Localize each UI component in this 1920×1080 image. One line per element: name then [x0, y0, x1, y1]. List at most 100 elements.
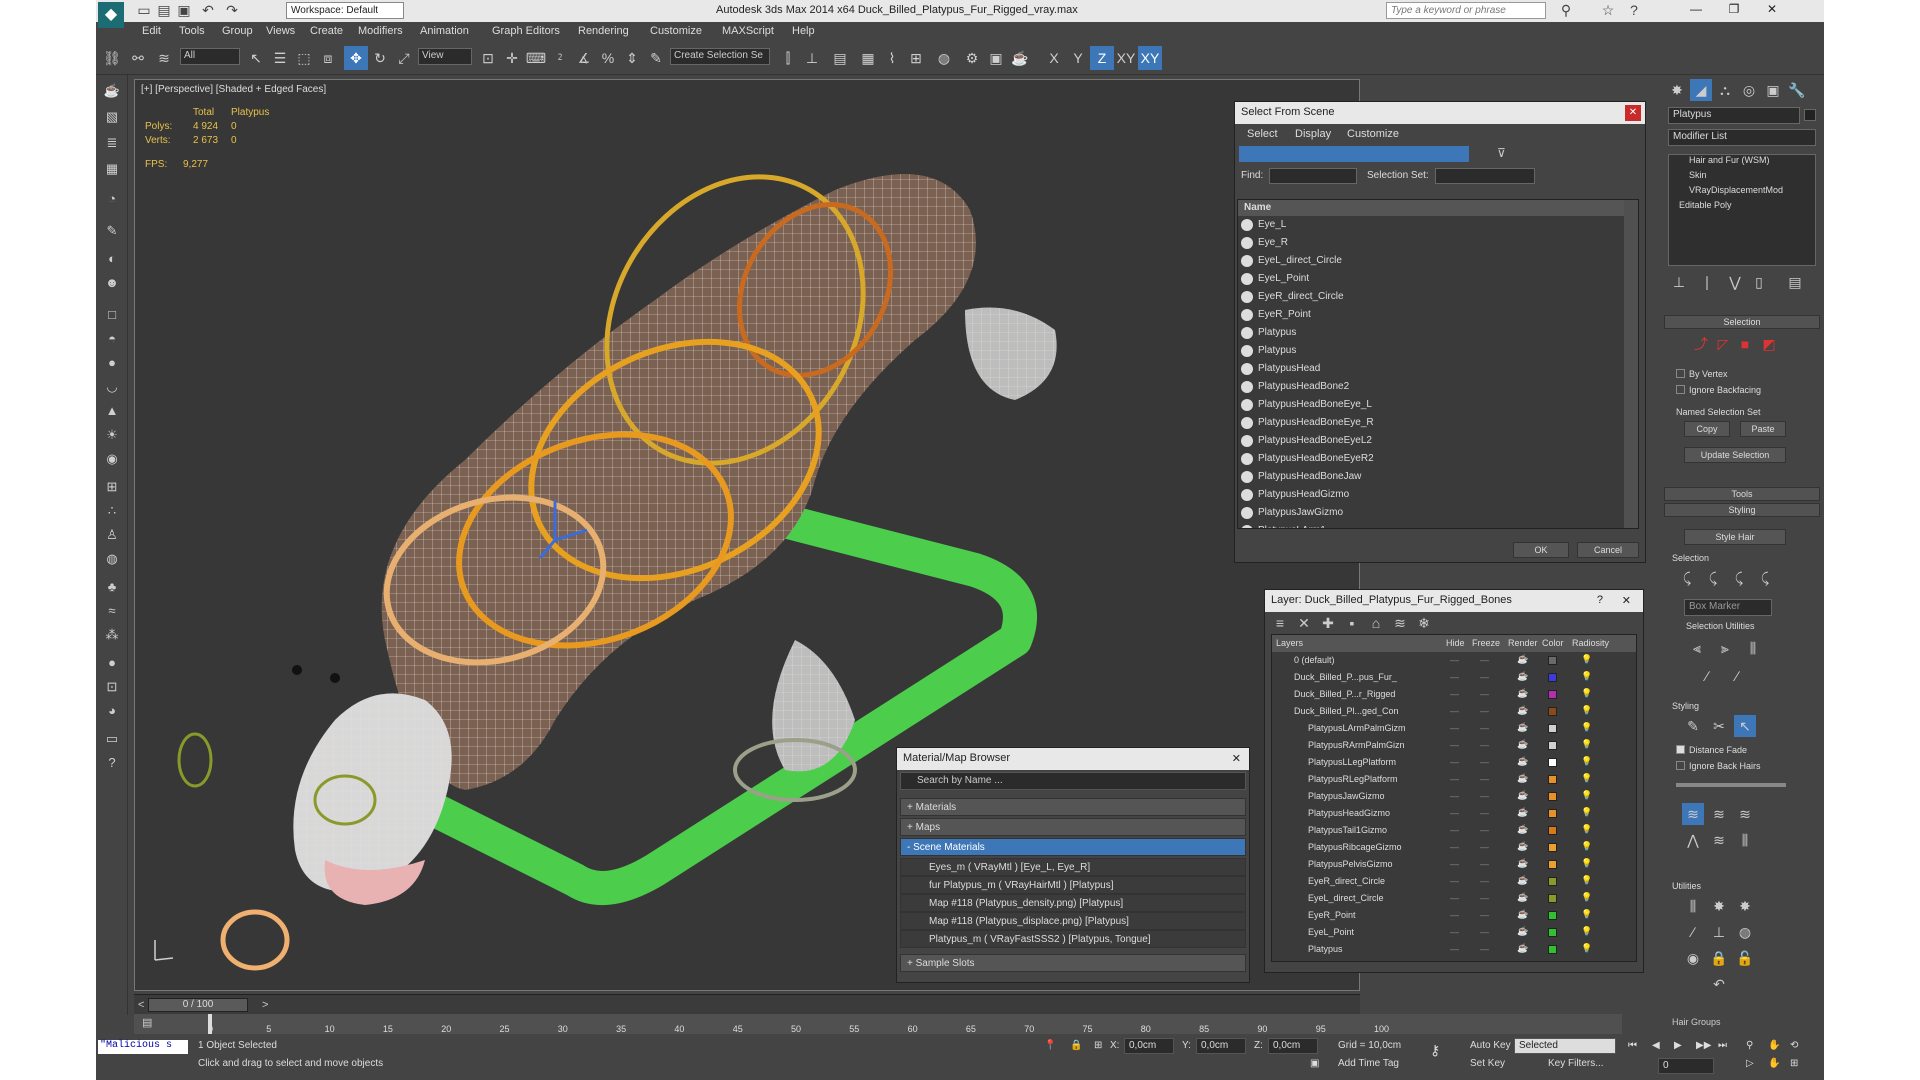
- paint-icon[interactable]: ✎: [100, 223, 124, 245]
- highlight-layer-icon[interactable]: ⌂: [1365, 612, 1387, 634]
- select-object-icon[interactable]: ↖: [244, 46, 268, 70]
- ignore-back-hairs-checkbox[interactable]: Ignore Back Hairs: [1676, 761, 1761, 771]
- ball-icon[interactable]: ◉: [100, 451, 124, 473]
- menu-maxscript[interactable]: MAXScript: [722, 25, 774, 37]
- freeze-toggle[interactable]: —: [1480, 740, 1489, 750]
- menu-tools[interactable]: Tools: [179, 25, 205, 37]
- scene-object-item[interactable]: EyeR_direct_Circle: [1238, 288, 1638, 306]
- rect-selection-icon[interactable]: ⬚: [292, 46, 316, 70]
- toggle-hair-icon[interactable]: ◉: [1682, 947, 1704, 969]
- modifier-list-dropdown[interactable]: Modifier List: [1668, 129, 1816, 146]
- find-input[interactable]: [1269, 168, 1357, 184]
- radiosity-bulb-icon[interactable]: 💡: [1581, 705, 1592, 716]
- hide-toggle[interactable]: —: [1450, 927, 1459, 937]
- hide-all-icon[interactable]: ≋: [1389, 612, 1411, 634]
- hide-toggle[interactable]: —: [1450, 808, 1459, 818]
- render-teapot-icon[interactable]: ☕: [1517, 926, 1528, 937]
- menu-graph-editors[interactable]: Graph Editors: [492, 25, 560, 37]
- person-icon[interactable]: ♙: [100, 527, 124, 549]
- radiosity-bulb-icon[interactable]: 💡: [1581, 671, 1592, 682]
- previous-key-icon[interactable]: ◀: [1652, 1040, 1660, 1051]
- plant-icon[interactable]: ♣: [100, 579, 124, 601]
- go-to-start-icon[interactable]: ⏮: [1628, 1040, 1637, 1051]
- freeze-toggle[interactable]: —: [1480, 808, 1489, 818]
- help-icon[interactable]: ?: [1597, 594, 1603, 606]
- grow-selection-icon[interactable]: ⫷: [1686, 637, 1708, 659]
- freeze-toggle[interactable]: —: [1480, 910, 1489, 920]
- select-scale-icon[interactable]: ⤢: [392, 46, 416, 70]
- next-key-icon[interactable]: ▶▶: [1696, 1040, 1711, 1051]
- edge-mode-icon[interactable]: ◸: [1712, 333, 1734, 355]
- layer-color-swatch[interactable]: [1548, 826, 1557, 835]
- hide-toggle[interactable]: —: [1450, 842, 1459, 852]
- col-radiosity[interactable]: Radiosity: [1572, 638, 1609, 648]
- radiosity-bulb-icon[interactable]: 💡: [1581, 909, 1592, 920]
- scene-object-item[interactable]: Eye_R: [1238, 234, 1638, 252]
- pivot-center-icon[interactable]: ⊡: [476, 46, 500, 70]
- layer-color-swatch[interactable]: [1548, 656, 1557, 665]
- auto-key-button[interactable]: Auto Key: [1470, 1040, 1511, 1051]
- render-teapot-icon[interactable]: ☕: [1517, 807, 1528, 818]
- selection-filter-dropdown[interactable]: All: [180, 48, 240, 65]
- hair-cut-icon[interactable]: ✂: [1708, 715, 1730, 737]
- hair-select-icon[interactable]: ↖: [1734, 715, 1756, 737]
- toggle-collisions-icon[interactable]: ◍: [1734, 921, 1756, 943]
- scene-object-item[interactable]: PlatypusHeadBoneEye_R: [1238, 414, 1638, 432]
- select-in-layer-icon[interactable]: ▪: [1341, 612, 1363, 634]
- configure-sets-icon[interactable]: ▤: [1784, 271, 1806, 293]
- material-item[interactable]: fur Platypus_m ( VRayHairMtl ) [Platypus…: [900, 876, 1246, 894]
- motion-tab-icon[interactable]: ◎: [1738, 79, 1760, 101]
- curve-editor-icon[interactable]: ⌇: [880, 46, 904, 70]
- orbit-icon[interactable]: ⟲: [1790, 1040, 1798, 1051]
- hide-toggle[interactable]: —: [1450, 910, 1459, 920]
- object-color-swatch[interactable]: [1804, 109, 1816, 121]
- scene-object-item[interactable]: PlatypusHeadGizmo: [1238, 486, 1638, 504]
- col-freeze[interactable]: Freeze: [1472, 638, 1500, 648]
- create-tab-icon[interactable]: ✸: [1666, 79, 1688, 101]
- light-icon[interactable]: ◔: [100, 191, 124, 213]
- radiosity-bulb-icon[interactable]: 💡: [1581, 773, 1592, 784]
- stack-item[interactable]: Skin: [1669, 170, 1815, 185]
- layer-color-swatch[interactable]: [1548, 707, 1557, 716]
- layer-color-swatch[interactable]: [1548, 894, 1557, 903]
- scene-object-item[interactable]: EyeL_Point: [1238, 270, 1638, 288]
- material-item[interactable]: Map #118 (Platypus_displace.png) [Platyp…: [900, 912, 1246, 930]
- earth-icon[interactable]: ◕: [100, 703, 124, 725]
- layer-color-swatch[interactable]: [1548, 843, 1557, 852]
- column-name-header[interactable]: Name: [1238, 200, 1638, 216]
- freeze-toggle[interactable]: —: [1480, 757, 1489, 767]
- spinner-snap-icon[interactable]: ⇕: [620, 46, 644, 70]
- select-hair-icon-2[interactable]: ⤹: [1702, 567, 1724, 589]
- menu-views[interactable]: Views: [266, 25, 295, 37]
- hide-toggle[interactable]: —: [1450, 689, 1459, 699]
- key-icon[interactable]: ⚷: [1430, 1042, 1440, 1059]
- radiosity-bulb-icon[interactable]: 💡: [1581, 824, 1592, 835]
- render-teapot-icon[interactable]: ☕: [1517, 790, 1528, 801]
- hide-toggle[interactable]: —: [1450, 859, 1459, 869]
- help-icon[interactable]: ?: [1622, 0, 1646, 22]
- ok-button[interactable]: OK: [1513, 542, 1569, 558]
- filter-funnel-icon[interactable]: ⊽: [1497, 146, 1506, 160]
- material-item[interactable]: Map #118 (Platypus_density.png) [Platypu…: [900, 894, 1246, 912]
- layer-row[interactable]: PlatypusPelvisGizmo — — ☕ 💡: [1272, 856, 1636, 873]
- by-vertex-checkbox[interactable]: By Vertex: [1676, 369, 1728, 379]
- people-icon[interactable]: ☻: [100, 275, 124, 297]
- clump-hair-icon[interactable]: ⋀: [1682, 829, 1704, 851]
- freeze-all-icon[interactable]: ❄: [1413, 612, 1435, 634]
- close-icon[interactable]: ✕: [1625, 105, 1641, 121]
- show-hidden-icon[interactable]: ∕: [1726, 665, 1748, 687]
- filter-icons-group[interactable]: [1239, 146, 1469, 162]
- hide-toggle[interactable]: —: [1450, 757, 1459, 767]
- layer-row[interactable]: EyeR_Point — — ☕ 💡: [1272, 907, 1636, 924]
- menu-modifiers[interactable]: Modifiers: [358, 25, 403, 37]
- angle-snap-icon[interactable]: ∡: [572, 46, 596, 70]
- radiosity-bulb-icon[interactable]: 💡: [1581, 858, 1592, 869]
- sample-slots-section[interactable]: + Sample Slots: [900, 954, 1246, 972]
- binoculars-icon[interactable]: ⚲: [1554, 0, 1578, 22]
- tools-rollout[interactable]: Tools: [1664, 487, 1820, 501]
- unlock-icon[interactable]: 🔓: [1734, 947, 1756, 969]
- blue-sphere-icon[interactable]: ●: [100, 655, 124, 677]
- save-file-icon[interactable]: ▣: [172, 0, 196, 22]
- scene-object-item[interactable]: PlatypusHeadBoneJaw: [1238, 468, 1638, 486]
- track-bar[interactable]: ▤ 0 5 10 15 20 25 30 35 40 45 50 55 60 65 70 75 80 85 90 95…: [134, 1014, 1622, 1034]
